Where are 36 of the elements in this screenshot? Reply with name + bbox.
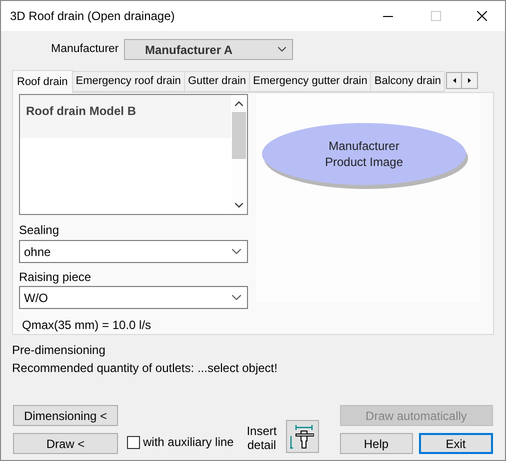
sealing-label: Sealing [19, 223, 60, 238]
tab[interactable]: Gutter drain [184, 71, 250, 92]
roof-drain-dimension-icon [290, 424, 314, 450]
tab[interactable]: Emergency roof drain [72, 71, 185, 92]
chevron-down-icon [232, 295, 241, 300]
scroll-up-icon[interactable] [235, 101, 243, 106]
raising-piece-dropdown[interactable]: W/O [19, 286, 248, 310]
close-icon[interactable] [477, 11, 487, 21]
tab[interactable]: Emergency gutter drain [250, 71, 372, 92]
scrollbar-thumb[interactable] [232, 112, 246, 159]
model-list[interactable]: Roof drain Model B [19, 94, 248, 216]
help-button[interactable]: Help [340, 433, 413, 454]
tab[interactable]: Roof drain [12, 70, 73, 93]
product-image-caption: Manufacturer Product Image [324, 138, 404, 170]
draw-button[interactable]: Draw < [13, 433, 118, 454]
dimensioning-button[interactable]: Dimensioning < [13, 405, 118, 426]
left-arrow-icon [452, 78, 456, 83]
list-item[interactable]: Roof drain Model B [20, 95, 231, 138]
exit-button[interactable]: Exit [418, 433, 493, 454]
qmax-text: Qmax(35 mm) = 10.0 l/s [22, 317, 152, 334]
insert-detail-button[interactable] [286, 420, 319, 453]
raising-piece-label: Raising piece [19, 270, 92, 284]
auxiliary-line-checkbox[interactable] [127, 436, 140, 449]
tab[interactable]: Balcony drain [371, 71, 446, 92]
sealing-dropdown[interactable]: ohne [19, 240, 248, 264]
scroll-down-icon[interactable] [235, 203, 243, 208]
insert-detail-label: Insert detail [246, 424, 277, 452]
chevron-down-icon [278, 47, 286, 52]
right-arrow-icon [468, 78, 472, 83]
pre-dimensioning-title: Pre-dimensioning [12, 343, 106, 357]
manufacturer-label: Manufacturer [51, 42, 120, 57]
manufacturer-dropdown[interactable]: Manufacturer A [124, 39, 293, 60]
chevron-down-icon [232, 249, 241, 254]
pre-dimensioning-message: Recommended quantity of outlets: ...select object! [12, 361, 278, 375]
auxiliary-line-label[interactable]: with auxiliary line [143, 435, 234, 449]
window-title: 3D Roof drain (Open drainage) [10, 8, 175, 25]
